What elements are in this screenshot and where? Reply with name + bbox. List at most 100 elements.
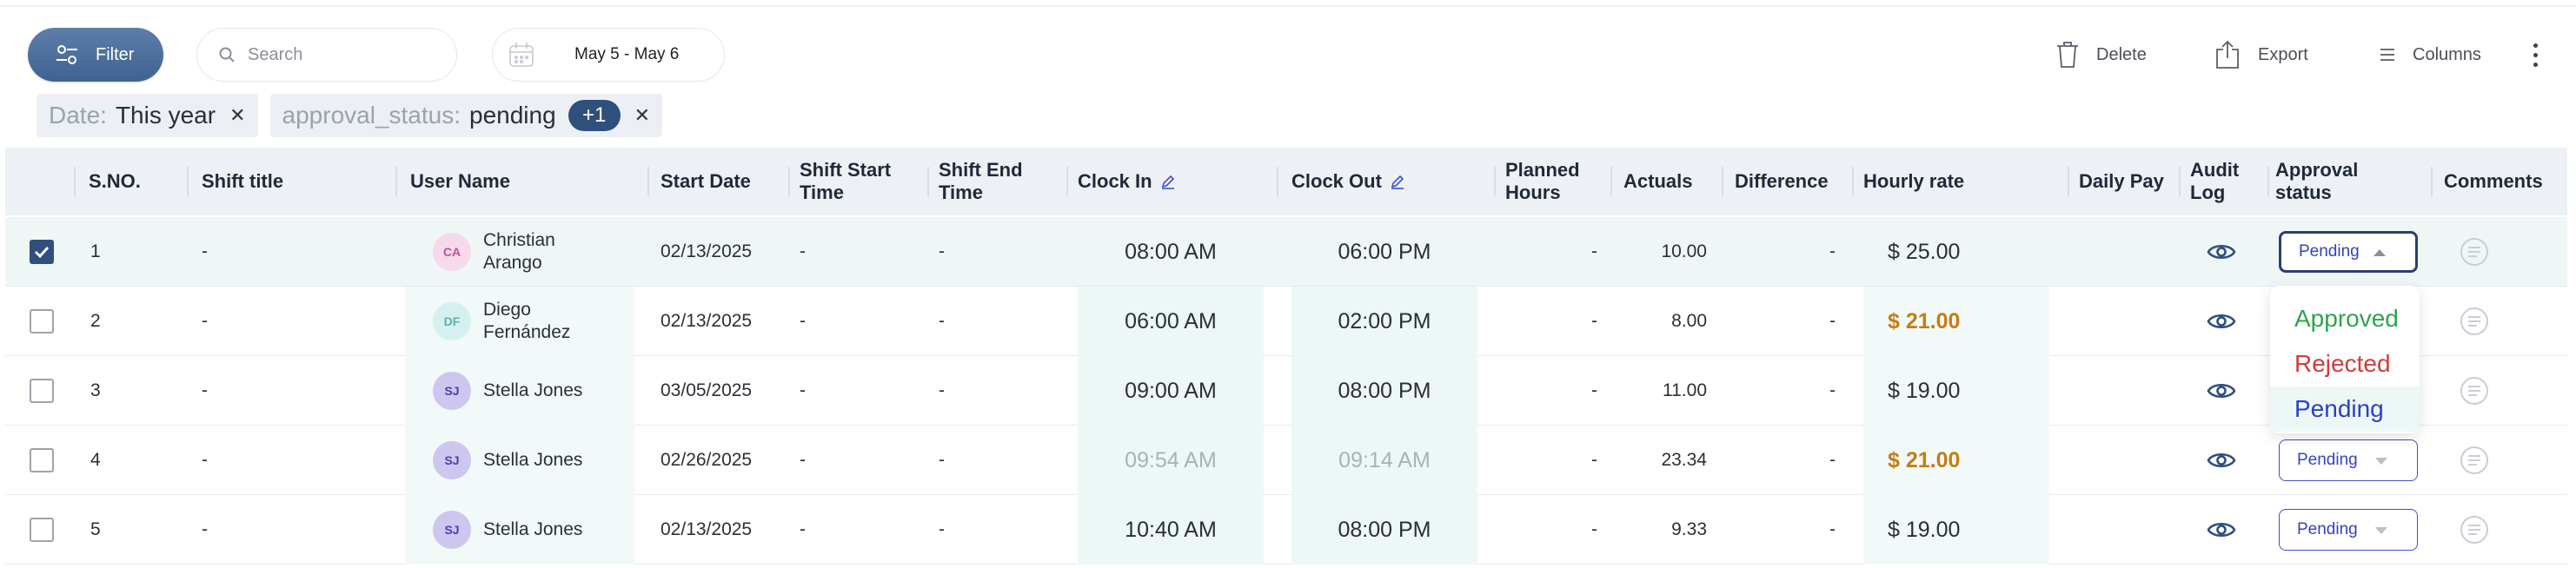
header-difference[interactable]: Difference [1735,148,1829,215]
eye-icon[interactable] [2206,445,2237,476]
table-row[interactable]: 1 - CA Christian Arango 02/13/2025 - - 0… [5,217,2567,287]
search-input[interactable] [246,43,437,66]
export-icon [2216,40,2239,69]
eye-icon[interactable] [2206,306,2237,337]
table-row[interactable]: 2 - DF Diego Fernández 02/13/2025 - - 06… [5,287,2567,356]
header-hourly-rate[interactable]: Hourly rate [1863,148,1964,215]
clock-out[interactable]: 02:00 PM [1291,287,1477,356]
start-date: 03/05/2025 [661,380,753,400]
start-date: 02/13/2025 [661,241,753,261]
clock-out[interactable]: 06:00 PM [1291,217,1477,287]
row-checkbox[interactable] [30,448,54,472]
comment-icon[interactable] [2458,235,2491,268]
clock-out[interactable]: 08:00 PM [1291,356,1477,426]
difference: - [1829,241,1836,261]
start-date: 02/13/2025 [661,311,753,331]
pencil-icon[interactable] [1159,173,1177,190]
header-approval-status[interactable]: Approval status [2275,148,2371,215]
delete-button[interactable]: Delete [2055,35,2147,75]
row-checkbox[interactable] [30,518,54,542]
approval-status-select[interactable]: Pending [2279,509,2418,551]
option-approved[interactable]: Approved [2270,296,2420,341]
comment-icon[interactable] [2458,513,2491,546]
eye-icon[interactable] [2206,514,2237,545]
header-clock-in[interactable]: Clock In [1078,148,1177,215]
more-filters-badge[interactable]: +1 [568,100,621,131]
shift-end: - [939,241,945,261]
comment-icon[interactable] [2458,374,2491,407]
header-planned-hours[interactable]: Planned Hours [1505,148,1610,215]
difference: - [1829,519,1836,539]
header-start-date[interactable]: Start Date [661,148,751,215]
table-header: S.NO. Shift title User Name Start Date S… [5,148,2567,215]
header-comments[interactable]: Comments [2444,148,2543,215]
columns-label: Columns [2413,44,2481,64]
user-cell[interactable]: DF Diego Fernández [433,287,588,356]
header-sno[interactable]: S.NO. [89,148,141,215]
sno: 2 [90,311,101,331]
header-clock-out-label: Clock Out [1291,170,1382,192]
eye-icon[interactable] [2206,375,2237,406]
option-rejected[interactable]: Rejected [2270,341,2420,386]
table-row[interactable]: 4 - SJ Stella Jones 02/26/2025 - - 09:54… [5,426,2567,495]
hourly-rate: $ 19.00 [1888,378,1961,403]
trash-icon [2057,42,2078,68]
actuals: 9.33 [1671,519,1707,539]
search-box[interactable] [196,28,457,82]
difference: - [1829,450,1836,470]
option-pending[interactable]: Pending [2270,386,2420,432]
clock-in[interactable]: 10:40 AM [1078,495,1264,565]
table-row[interactable]: 5 - SJ Stella Jones 02/13/2025 - - 10:40… [5,495,2567,565]
comment-icon[interactable] [2458,444,2491,477]
header-shift-start-time[interactable]: Shift Start Time [800,148,921,215]
clock-in[interactable]: 08:00 AM [1078,217,1264,287]
calendar-icon [509,43,534,67]
filter-button[interactable]: Filter [28,28,163,82]
difference: - [1829,311,1836,331]
close-icon[interactable]: ✕ [229,104,245,127]
sliders-icon [56,45,77,64]
date-range-picker[interactable]: May 5 - May 6 [492,28,725,82]
clock-in[interactable]: 09:54 AM [1078,426,1264,495]
table-row[interactable]: 3 - SJ Stella Jones 03/05/2025 - - 09:00… [5,356,2567,426]
user-cell[interactable]: CA Christian Arango [433,217,588,287]
avatar: DF [433,302,471,340]
header-shift-end-time[interactable]: Shift End Time [939,148,1043,215]
user-name: Stella Jones [483,450,583,470]
clock-in[interactable]: 06:00 AM [1078,287,1264,356]
comment-icon[interactable] [2458,305,2491,338]
header-clock-out[interactable]: Clock Out [1291,148,1406,215]
approval-status-select[interactable]: Pending [2279,231,2418,273]
user-cell[interactable]: SJ Stella Jones [433,426,582,495]
header-shift-title[interactable]: Shift title [202,148,283,215]
filter-chip-approval-status[interactable]: approval_status: pending +1 ✕ [269,94,663,137]
row-checkbox[interactable] [30,240,54,264]
clock-out[interactable]: 08:00 PM [1291,495,1477,565]
approval-status-select[interactable]: Pending [2279,439,2418,481]
more-options-icon[interactable] [2526,35,2545,75]
user-cell[interactable]: SJ Stella Jones [433,356,582,426]
clock-out[interactable]: 09:14 AM [1291,426,1477,495]
close-icon[interactable]: ✕ [634,104,650,127]
approval-status-value: Pending [2299,242,2360,261]
header-actuals[interactable]: Actuals [1623,148,1692,215]
actuals: 11.00 [1663,380,1707,400]
columns-button[interactable]: Columns [2378,35,2481,75]
shift-start: - [800,241,806,261]
shift-start: - [800,380,806,400]
chip-key: approval_status: [282,102,461,129]
clock-in[interactable]: 09:00 AM [1078,356,1264,426]
filter-chip-date[interactable]: Date: This year ✕ [37,94,258,137]
pencil-icon[interactable] [1389,173,1406,190]
export-button[interactable]: Export [2213,35,2308,75]
user-cell[interactable]: SJ Stella Jones [433,495,582,565]
eye-icon[interactable] [2206,236,2237,267]
row-checkbox[interactable] [30,309,54,334]
delete-label: Delete [2096,44,2147,64]
header-audit-log[interactable]: Audit Log [2190,148,2260,215]
check-icon [34,246,50,259]
row-checkbox[interactable] [30,379,54,403]
header-daily-pay[interactable]: Daily Pay [2079,148,2164,215]
chip-key: Date: [49,102,107,129]
header-user-name[interactable]: User Name [410,148,510,215]
